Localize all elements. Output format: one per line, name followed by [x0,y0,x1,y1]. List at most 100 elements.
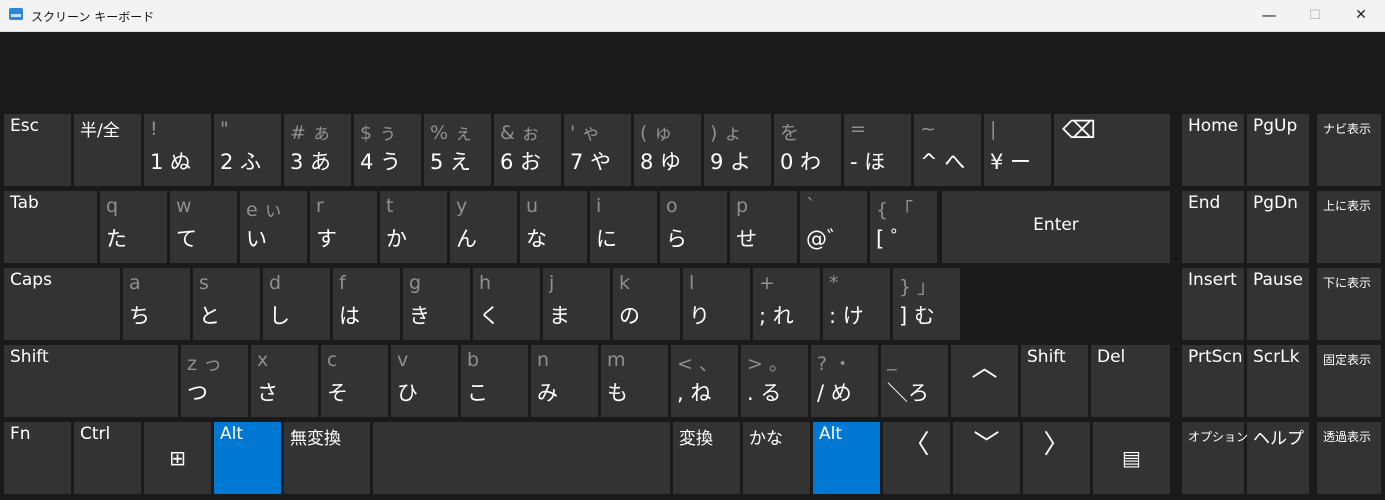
key-t[interactable]: tか [380,191,447,263]
key-hankaku[interactable]: 半/全 [74,114,141,186]
key-9[interactable]: ) ょ 9 よ [704,114,771,186]
key-bracket-close[interactable]: } 」] む [893,268,960,340]
key-secondary-label: q [106,195,119,217]
key-kana[interactable]: かな [743,422,810,494]
key-z[interactable]: z っつ [181,345,248,417]
key-h[interactable]: hく [473,268,540,340]
key-r[interactable]: rす [310,191,377,263]
key-caps[interactable]: Caps [4,268,120,340]
key-slash[interactable]: ? ・ / め [811,345,878,417]
close-button[interactable]: ✕ [1338,0,1384,31]
key-yen[interactable]: | ¥ ー [984,114,1051,186]
key-n[interactable]: nみ [531,345,598,417]
key-b[interactable]: bこ [461,345,528,417]
key-label: Esc [10,116,39,136]
key-8[interactable]: ( ゅ 8 ゆ [634,114,701,186]
key-o[interactable]: oら [660,191,727,263]
key-end[interactable]: End [1182,191,1244,263]
key-tab[interactable]: Tab [4,191,97,263]
key-arrow-right[interactable]: 〉 [1023,422,1090,494]
key-semicolon[interactable]: + ; れ [753,268,820,340]
key-navi[interactable]: ナビ表示 [1317,114,1381,186]
key-c[interactable]: cそ [321,345,388,417]
key-k[interactable]: kの [613,268,680,340]
key-f[interactable]: fは [333,268,400,340]
key-fn[interactable]: Fn [4,422,71,494]
key-7[interactable]: ' ゃ 7 や [564,114,631,186]
key-pgup[interactable]: PgUp [1247,114,1309,186]
key-i[interactable]: iに [590,191,657,263]
key-insert[interactable]: Insert [1182,268,1244,340]
key-scrlk[interactable]: ScrLk [1247,345,1309,417]
key-at[interactable]: ` @゛ [800,191,867,263]
key-esc[interactable]: Esc [4,114,71,186]
key-help[interactable]: ヘルプ [1247,422,1309,494]
key-label: Home [1188,116,1239,136]
key-label: Caps [10,270,52,290]
key-d[interactable]: dし [263,268,330,340]
key-v[interactable]: vひ [391,345,458,417]
key-menu[interactable]: ▤ [1093,422,1170,494]
key-colon[interactable]: *: け [823,268,890,340]
key-alt-left[interactable]: Alt [214,422,281,494]
key-e[interactable]: e ぃい [240,191,307,263]
key-j[interactable]: jま [543,268,610,340]
key-transparency[interactable]: 透過表示 [1317,422,1381,494]
key-arrow-up[interactable]: ︿ [951,345,1018,417]
key-p[interactable]: pせ [730,191,797,263]
key-2[interactable]: " 2 ふ [214,114,281,186]
key-secondary-label: a [129,272,141,294]
key-secondary-label: l [689,272,695,294]
key-arrow-down[interactable]: ﹀ [953,422,1020,494]
key-u[interactable]: uな [520,191,587,263]
key-period[interactable]: > 。 . る [741,345,808,417]
key-up-display[interactable]: 上に表示 [1317,191,1381,263]
key-secondary-label: * [829,272,839,294]
key-5[interactable]: % ぇ 5 え [424,114,491,186]
key-3[interactable]: # ぁ 3 あ [284,114,351,186]
key-space[interactable] [373,422,670,494]
key-g[interactable]: gき [403,268,470,340]
key-henkan[interactable]: 変換 [673,422,740,494]
key-shift-left[interactable]: Shift [4,345,178,417]
key-home[interactable]: Home [1182,114,1244,186]
key-pause[interactable]: Pause [1247,268,1309,340]
key-y[interactable]: yん [450,191,517,263]
key-fixed-display[interactable]: 固定表示 [1317,345,1381,417]
key-enter[interactable]: Enter [942,191,1170,263]
key-secondary-label: x [257,349,269,371]
key-m[interactable]: mも [601,345,668,417]
key-alt-right[interactable]: Alt [813,422,880,494]
key-main-label: な [526,227,547,251]
key-q[interactable]: qた [100,191,167,263]
key-w[interactable]: wて [170,191,237,263]
key-0[interactable]: を 0 わ [774,114,841,186]
key-pgdn[interactable]: PgDn [1247,191,1309,263]
key-caret[interactable]: ~ ^ へ [914,114,981,186]
maximize-button[interactable]: ☐ [1292,0,1338,31]
minimize-button[interactable]: — [1246,0,1292,31]
key-minus[interactable]: = - ほ [844,114,911,186]
key-main-label: と [199,304,220,328]
key-arrow-left[interactable]: 〈 [883,422,950,494]
key-1[interactable]: ! 1 ぬ [144,114,211,186]
key-bracket-open[interactable]: { 「 [ ゜ [870,191,937,263]
key-windows[interactable]: ⊞ [144,422,211,494]
key-backslash[interactable]: _ ＼ろ [881,345,948,417]
key-comma[interactable]: < 、 , ね [671,345,738,417]
key-shift-right[interactable]: Shift [1021,345,1088,417]
key-s[interactable]: sと [193,268,260,340]
key-prtscn[interactable]: PrtScn [1182,345,1244,417]
key-backspace[interactable]: ⌫ [1054,114,1170,186]
key-a[interactable]: aち [123,268,190,340]
key-6[interactable]: & ぉ 6 お [494,114,561,186]
key-del[interactable]: Del [1091,345,1170,417]
key-x[interactable]: xさ [251,345,318,417]
key-l[interactable]: lり [683,268,750,340]
key-muhenkan[interactable]: 無変換 [284,422,370,494]
key-main-label: ] む [899,304,935,328]
key-options[interactable]: オプション [1182,422,1248,494]
key-down-display[interactable]: 下に表示 [1317,268,1381,340]
key-ctrl[interactable]: Ctrl [74,422,141,494]
key-4[interactable]: $ ぅ 4 う [354,114,421,186]
